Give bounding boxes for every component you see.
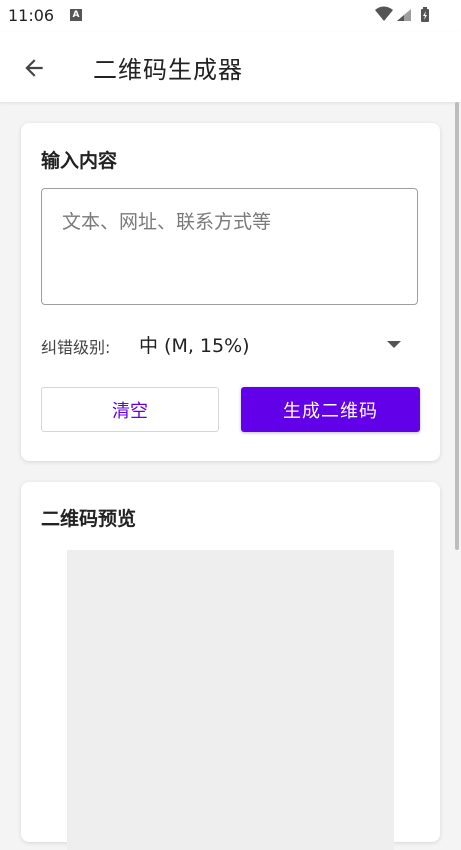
ecc-level-select[interactable]: 中 (M, 15%) (139, 326, 401, 362)
input-card-title: 输入内容 (41, 150, 118, 172)
generate-qr-button[interactable]: 生成二维码 (241, 387, 420, 432)
a-icon: A (70, 9, 82, 21)
preview-card-title: 二维码预览 (41, 508, 137, 530)
caret-down-icon (387, 341, 401, 348)
page-title: 二维码生成器 (93, 56, 243, 84)
wifi-icon (375, 6, 393, 21)
input-card: 输入内容 纠错级别: 中 (M, 15%) 清空 生成二维码 (21, 123, 440, 461)
clear-button[interactable]: 清空 (41, 387, 219, 432)
status-bar: 11:06 A (0, 0, 461, 32)
qr-preview-area (67, 550, 394, 850)
app-bar: 二维码生成器 (0, 32, 461, 103)
back-button[interactable] (18, 52, 50, 84)
status-icons (373, 6, 453, 24)
signal-icon (397, 9, 411, 21)
content-input[interactable] (41, 188, 418, 305)
ecc-selected-value: 中 (M, 15%) (139, 334, 250, 357)
scrollbar[interactable] (455, 102, 459, 550)
ecc-label: 纠错级别: (41, 338, 111, 357)
arrow-left-icon (25, 59, 43, 77)
preview-card: 二维码预览 (21, 482, 440, 850)
status-time: 11:06 (8, 6, 55, 25)
battery-icon (421, 7, 429, 22)
